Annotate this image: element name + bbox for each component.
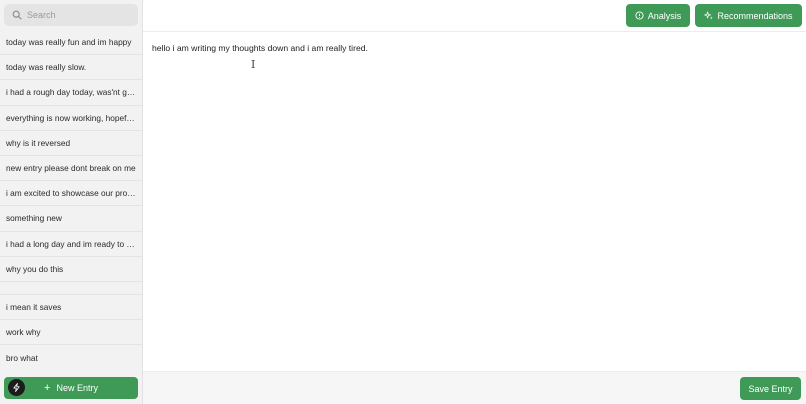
sidebar: today was really fun and im happy today …	[0, 0, 143, 404]
text-cursor-icon: I	[251, 58, 256, 71]
entry-title: new entry please dont break on me	[6, 163, 136, 174]
entry-item[interactable]: new entry please dont break on me	[0, 156, 142, 182]
entry-title: i had a rough day today, was'nt great	[6, 87, 136, 98]
save-entry-button[interactable]: Save Entry	[740, 377, 801, 400]
search-box[interactable]	[4, 4, 138, 26]
entry-item[interactable]: something new	[0, 206, 142, 232]
entry-title: today was really fun and im happy	[6, 37, 132, 48]
editor-content[interactable]: hello i am writing my thoughts down and …	[152, 43, 368, 53]
new-entry-label: New Entry	[56, 383, 98, 393]
entry-item-empty[interactable]	[0, 282, 142, 295]
entry-list: today was really fun and im happy today …	[0, 30, 142, 370]
recommendations-button[interactable]: Recommendations	[695, 4, 802, 27]
entry-title: why you do this	[6, 263, 64, 274]
search-input[interactable]	[27, 10, 137, 20]
entry-item[interactable]: why you do this	[0, 257, 142, 282]
entry-editor[interactable]: hello i am writing my thoughts down and …	[143, 33, 806, 371]
entry-item[interactable]: work why	[0, 320, 142, 346]
bottom-bar: Save Entry	[143, 371, 806, 404]
analysis-button[interactable]: Analysis	[626, 4, 690, 27]
analysis-label: Analysis	[647, 10, 682, 21]
entry-item[interactable]: bro what	[0, 345, 142, 370]
recommendations-label: Recommendations	[717, 10, 793, 21]
entry-item[interactable]: today was really slow.	[0, 55, 142, 81]
entry-item[interactable]: i had a rough day today, was'nt great	[0, 80, 142, 106]
entry-item[interactable]: why is it reversed	[0, 131, 142, 156]
entry-item[interactable]: i had a long day and im ready to sleep	[0, 232, 142, 257]
entry-title: something new	[6, 213, 62, 224]
entry-item[interactable]: i am excited to showcase our project	[0, 181, 142, 207]
entry-title: why is it reversed	[6, 137, 71, 148]
sparkles-icon	[704, 11, 714, 20]
entry-item[interactable]: everything is now working, hopefully	[0, 106, 142, 131]
top-toolbar: Analysis Recommendations	[143, 0, 806, 32]
info-icon	[635, 11, 644, 20]
entry-title: i am excited to showcase our project	[6, 188, 136, 199]
entry-title: work why	[6, 327, 41, 338]
entry-title: bro what	[6, 352, 38, 363]
save-entry-label: Save Entry	[748, 383, 793, 394]
entry-item[interactable]: today was really fun and im happy	[0, 30, 142, 56]
entry-title: everything is now working, hopefully	[6, 112, 136, 123]
plus-icon: +	[44, 381, 51, 394]
entry-item[interactable]: i mean it saves	[0, 295, 142, 321]
search-icon	[12, 10, 22, 20]
entry-title: i mean it saves	[6, 301, 62, 312]
entry-title: today was really slow.	[6, 62, 87, 73]
entry-title: i had a long day and im ready to sleep	[6, 238, 136, 249]
bolt-icon[interactable]	[8, 379, 25, 396]
